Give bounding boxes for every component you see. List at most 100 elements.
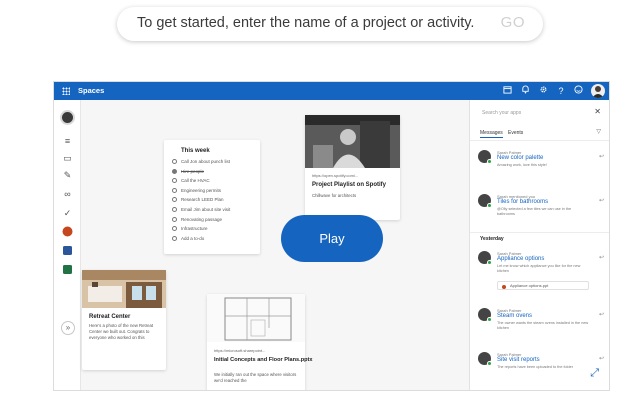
app-title: Spaces [78,86,105,95]
message-subject: New color palette [497,155,544,161]
todo-card[interactable]: This week Call Jon about punch list Hire … [164,140,260,254]
calendar-icon[interactable] [501,85,513,97]
todo-checkbox[interactable] [172,235,177,241]
floorplan-thumbnail [207,294,305,342]
todo-item[interactable]: Call the HVAC [172,176,252,186]
todo-checkbox[interactable] [172,168,177,174]
todo-item[interactable]: Email Jim about site visit [172,205,252,215]
help-icon[interactable]: ? [555,85,567,97]
message-body: The reports have been uploaded to the fo… [497,365,573,369]
presence-dot [487,260,492,265]
concepts-link[interactable]: https://microsoft.sharepoint... [214,348,265,353]
app-window: Spaces ? ≡ ▭ ✎ ∞ ✓ » This week Call Jon … [53,81,610,391]
pen-icon[interactable]: ✎ [61,169,74,182]
project-search-bar[interactable]: To get started, enter the name of a proj… [117,7,543,41]
message-item[interactable]: Sarah Palmer Appliance options Let me kn… [478,251,606,297]
message-subject: Site visit reports [497,357,540,363]
todo-list: Call Jon about punch list Hire people Call… [172,157,252,243]
todo-label: Email Jim about site visit [181,206,231,212]
section-divider [470,232,609,233]
tab-events[interactable]: Events [508,130,523,136]
message-item[interactable]: Sarah Palmer New color palette Amazing w… [478,150,606,184]
left-rail: ≡ ▭ ✎ ∞ ✓ » [54,100,81,390]
link-icon[interactable]: ∞ [61,188,74,201]
expand-rail-button[interactable]: » [61,321,75,335]
retreat-thumbnail [82,270,166,308]
top-bar: Spaces ? [54,82,609,100]
message-body: @Olly selected a few tiles we can use in… [497,207,572,216]
note-icon[interactable]: ▭ [61,152,74,165]
todo-checkbox[interactable] [172,178,177,184]
tab-messages[interactable]: Messages [480,130,503,138]
panel-search-input[interactable]: Search your apps [482,110,521,116]
message-body: Let me know which appliance you like for… [497,264,581,273]
todo-checkbox[interactable] [172,216,177,222]
todo-item[interactable]: Add a to-do [172,234,252,244]
check-icon[interactable]: ✓ [61,207,74,220]
screen: To get started, enter the name of a proj… [0,0,640,400]
gear-icon[interactable] [537,85,549,97]
expand-icon[interactable]: ⤢ [590,367,599,380]
concepts-desc: We initially ran out the space where vis… [214,372,297,383]
concepts-card[interactable]: https://microsoft.sharepoint... Initial … [207,294,313,390]
reply-icon[interactable]: ↩ [599,197,604,204]
search-placeholder: To get started, enter the name of a proj… [137,15,475,31]
todo-checkbox[interactable] [172,226,177,232]
filter-icon[interactable]: ≡ [61,135,74,148]
message-item[interactable]: Sarah Palmer Steam ovens The owner wants… [478,308,606,342]
presence-dot [487,361,492,366]
todo-label: Research LEED Plan [181,197,224,203]
todo-label: Add a to-do [181,235,205,241]
bell-icon[interactable] [519,85,531,97]
todo-item[interactable]: Renovating passage [172,215,252,225]
play-button[interactable]: Play [281,215,383,262]
space-avatar[interactable] [60,110,75,125]
activity-panel: Search your apps ✕ Messages Events ▽ Sar… [469,100,609,390]
reply-icon[interactable]: ↩ [599,254,604,261]
reply-icon[interactable]: ↩ [599,153,604,160]
message-item[interactable]: Sarah Palmer Site visit reports The repo… [478,352,606,386]
message-body: The owner wants the steam ovens installe… [497,321,589,330]
excel-icon[interactable] [61,264,74,277]
filter-icon[interactable]: ▽ [596,128,601,135]
todo-item[interactable]: Engineering permits [172,186,252,196]
todo-label: Call the HVAC [181,178,210,184]
tabs-divider [470,140,609,141]
spotify-thumbnail [305,115,400,168]
spotify-card[interactable]: https://open.spotify.com/... Project Pla… [305,115,400,220]
profile-avatar[interactable] [591,84,605,98]
presence-dot [487,317,492,322]
todo-checkbox[interactable] [172,206,177,212]
presence-dot [487,159,492,164]
todo-item[interactable]: Infrastructure [172,224,252,234]
message-item[interactable]: Sarah mentioned you Tiles for bathrooms … [478,194,606,228]
spotify-link[interactable]: https://open.spotify.com/... [312,173,358,178]
todo-label: Renovating passage [181,216,223,222]
attachment-chip[interactable]: Appliance options.ppt [497,281,589,290]
spotify-desc: Chillwave for architects [312,193,357,198]
retreat-title: Retreat Center [89,314,131,320]
presence-dot [487,203,492,208]
close-icon[interactable]: ✕ [594,107,601,116]
todo-checkbox[interactable] [172,159,177,164]
reply-icon[interactable]: ↩ [599,355,604,362]
go-button[interactable]: GO [501,14,525,31]
message-subject: Appliance options [497,256,545,262]
word-icon[interactable] [61,245,74,258]
todo-title: This week [181,148,210,154]
message-body: Amazing work, love this style! [497,163,547,167]
todo-label: Call Jon about punch list [181,159,231,164]
todo-checkbox[interactable] [172,197,177,203]
todo-checkbox[interactable] [172,187,177,193]
panel-tabs: Messages Events [480,130,600,138]
todo-item[interactable]: Research LEED Plan [172,195,252,205]
todo-item[interactable]: Call Jon about punch list [172,157,252,167]
message-subject: Tiles for bathrooms [497,199,549,205]
waffle-icon[interactable] [62,87,70,95]
powerpoint-icon[interactable] [61,226,74,239]
todo-item[interactable]: Hire people [172,167,252,177]
smiley-icon[interactable] [572,85,584,97]
spotify-title: Project Playlist on Spotify [312,182,387,188]
reply-icon[interactable]: ↩ [599,311,604,318]
retreat-card[interactable]: Retreat Center Here's a photo of the new… [82,270,166,370]
